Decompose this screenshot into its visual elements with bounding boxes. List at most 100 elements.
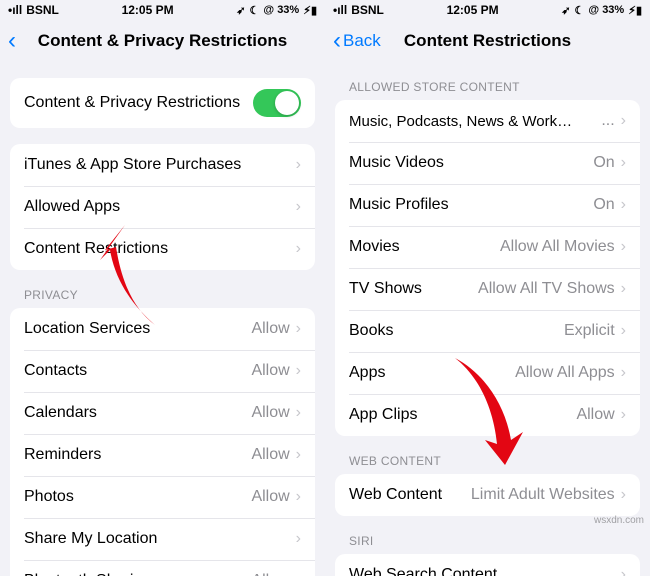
row-itunes-purchases[interactable]: iTunes & App Store Purchases ›	[10, 144, 315, 186]
row-calendars[interactable]: Calendars Allow›	[10, 392, 315, 434]
battery-icon: ⚡︎▮	[303, 4, 317, 17]
row-books[interactable]: Books Explicit ›	[335, 310, 640, 352]
signal-icon: •ıll	[333, 3, 347, 17]
row-value: Explicit	[564, 322, 615, 340]
moon-icon: ☾	[575, 4, 585, 17]
allowed-store-header: ALLOWED STORE CONTENT	[325, 62, 650, 100]
chevron-right-icon: ›	[296, 156, 301, 174]
page-title: Content & Privacy Restrictions	[0, 31, 325, 51]
row-label: Contacts	[24, 362, 87, 380]
chevron-right-icon: ›	[296, 240, 301, 258]
row-value: Allow All TV Shows	[478, 280, 615, 298]
chevron-right-icon: ›	[621, 112, 626, 130]
watermark: wsxdn.com	[594, 515, 644, 526]
chevron-right-icon: ›	[296, 530, 301, 548]
row-label: iTunes & App Store Purchases	[24, 156, 241, 174]
screen-content-privacy: •ıll BSNL 12:05 PM ➶ ☾ @ 33% ⚡︎▮ ‹ Conte…	[0, 0, 325, 576]
row-allowed-apps[interactable]: Allowed Apps ›	[10, 186, 315, 228]
row-bluetooth-sharing[interactable]: Bluetooth Sharing Allow ›	[10, 560, 315, 576]
screen-content-restrictions: •ıll BSNL 12:05 PM ➶ ☾ @ 33% ⚡︎▮ ‹ Back …	[325, 0, 650, 576]
main-settings-group: iTunes & App Store Purchases › Allowed A…	[10, 144, 315, 270]
row-label: Apps	[349, 364, 385, 382]
row-label: Location Services	[24, 320, 150, 338]
carrier-label: BSNL	[26, 3, 59, 17]
web-content-group: Web Content Limit Adult Websites ›	[335, 474, 640, 516]
row-label: Calendars	[24, 404, 97, 422]
row-contacts[interactable]: Contacts Allow›	[10, 350, 315, 392]
battery-percent: @ 33%	[588, 4, 624, 16]
chevron-right-icon: ›	[296, 488, 301, 506]
chevron-right-icon: ›	[621, 280, 626, 298]
clock: 12:05 PM	[447, 3, 499, 17]
allowed-store-group: Music, Podcasts, News & Workouts ... › Mu…	[335, 100, 640, 436]
row-value: ...	[601, 112, 614, 130]
row-label: Music Profiles	[349, 196, 449, 214]
row-label: App Clips	[349, 406, 417, 424]
row-content-restrictions[interactable]: Content Restrictions ›	[10, 228, 315, 270]
back-button[interactable]: ‹ Back	[333, 29, 381, 53]
row-label: Music, Podcasts, News & Workouts	[349, 113, 579, 130]
row-value: Allow	[251, 404, 289, 422]
row-content-privacy-toggle[interactable]: Content & Privacy Restrictions	[10, 78, 315, 128]
clock: 12:05 PM	[122, 3, 174, 17]
row-value: On	[593, 154, 614, 172]
chevron-right-icon: ›	[621, 238, 626, 256]
nav-bar: ‹ Back Content Restrictions	[325, 20, 650, 62]
row-value: Allow All Movies	[500, 238, 615, 256]
row-value: Allow	[251, 362, 289, 380]
chevron-right-icon: ›	[296, 320, 301, 338]
row-music-profiles[interactable]: Music Profiles On›	[335, 184, 640, 226]
toggle-switch[interactable]	[253, 89, 301, 117]
chevron-right-icon: ›	[621, 364, 626, 382]
row-label: Content Restrictions	[24, 240, 168, 258]
row-share-my-location[interactable]: Share My Location ›	[10, 518, 315, 560]
chevron-right-icon: ›	[621, 406, 626, 424]
row-label: Allowed Apps	[24, 198, 120, 216]
row-label: Photos	[24, 488, 74, 506]
chevron-right-icon: ›	[621, 154, 626, 172]
chevron-right-icon: ›	[621, 486, 626, 504]
row-value: Allow	[251, 572, 289, 576]
nav-bar: ‹ Content & Privacy Restrictions	[0, 20, 325, 62]
location-icon: ➶	[561, 4, 570, 17]
privacy-header: PRIVACY	[0, 270, 325, 308]
row-label: Movies	[349, 238, 400, 256]
row-web-content[interactable]: Web Content Limit Adult Websites ›	[335, 474, 640, 516]
row-photos[interactable]: Photos Allow ›	[10, 476, 315, 518]
row-value: Allow	[576, 406, 614, 424]
carrier-label: BSNL	[351, 3, 384, 17]
chevron-right-icon: ›	[621, 196, 626, 214]
chevron-right-icon: ›	[296, 446, 301, 464]
row-app-clips[interactable]: App Clips Allow ›	[335, 394, 640, 436]
row-value: Allow	[251, 446, 289, 464]
row-label: TV Shows	[349, 280, 422, 298]
row-music-videos[interactable]: Music Videos On›	[335, 142, 640, 184]
row-reminders[interactable]: Reminders Allow ›	[10, 434, 315, 476]
row-label: Bluetooth Sharing	[24, 572, 151, 576]
row-value: Allow	[251, 488, 289, 506]
row-label: Content & Privacy Restrictions	[24, 94, 240, 112]
privacy-group: Location Services Allow› Contacts Allow›…	[10, 308, 315, 576]
row-label: Reminders	[24, 446, 101, 464]
battery-icon: ⚡︎▮	[628, 4, 642, 17]
signal-icon: •ıll	[8, 3, 22, 17]
row-music-podcasts[interactable]: Music, Podcasts, News & Workouts ... ›	[335, 100, 640, 142]
chevron-right-icon: ›	[296, 572, 301, 576]
moon-icon: ☾	[250, 4, 260, 17]
chevron-right-icon: ›	[621, 322, 626, 340]
row-label: Books	[349, 322, 393, 340]
battery-percent: @ 33%	[263, 4, 299, 16]
row-tv-shows[interactable]: TV Shows Allow All TV Shows ›	[335, 268, 640, 310]
row-movies[interactable]: Movies Allow All Movies ›	[335, 226, 640, 268]
row-apps[interactable]: Apps Allow All Apps›	[335, 352, 640, 394]
chevron-right-icon: ›	[621, 566, 626, 576]
row-value: Allow	[251, 320, 289, 338]
row-label: Web Content	[349, 486, 442, 504]
row-value: Limit Adult Websites	[471, 486, 615, 504]
location-icon: ➶	[236, 4, 245, 17]
row-label: Share My Location	[24, 530, 157, 548]
row-location-services[interactable]: Location Services Allow ›	[10, 308, 315, 350]
toggle-group: Content & Privacy Restrictions	[10, 78, 315, 128]
row-web-search-content[interactable]: Web Search Content ›	[335, 554, 640, 576]
back-button[interactable]: ‹	[8, 29, 16, 53]
